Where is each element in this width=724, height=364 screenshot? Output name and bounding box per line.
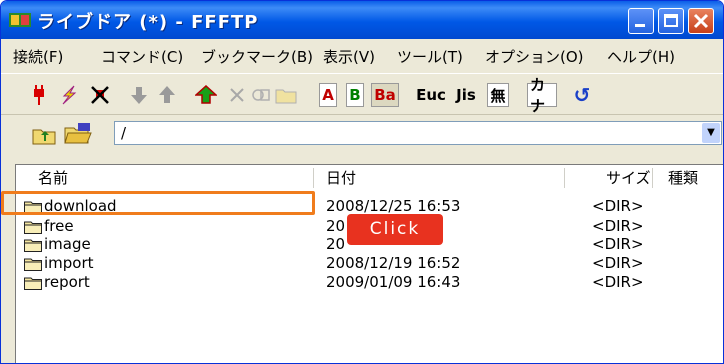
file-name: report (44, 273, 90, 291)
file-date: 20 (326, 235, 346, 253)
file-name: image (44, 235, 91, 253)
upload-button[interactable] (157, 82, 177, 108)
close-button[interactable] (688, 8, 714, 34)
no-convert-button[interactable]: 無 (485, 82, 511, 108)
file-date: 2008/12/19 16:52 (326, 254, 461, 272)
minimize-button[interactable] (628, 8, 654, 34)
menu-bookmark[interactable]: ブックマーク(B) (201, 46, 313, 67)
menu-connect[interactable]: 接続(F) (13, 46, 63, 67)
file-size: <DIR> (592, 217, 644, 235)
folder-icon (24, 258, 42, 271)
file-row-import[interactable]: import 2008/12/19 16:52 <DIR> (16, 254, 722, 273)
connect-button[interactable] (29, 82, 49, 108)
menu-options[interactable]: オプション(O) (485, 46, 584, 67)
maximize-button[interactable] (658, 8, 684, 34)
rename-icon (252, 89, 270, 101)
jis-label: Jis (456, 86, 476, 104)
rename-button[interactable] (251, 82, 271, 108)
disconnect-button[interactable] (89, 82, 111, 108)
column-header-date[interactable]: 日付 (326, 165, 356, 191)
file-size: <DIR> (592, 197, 644, 215)
mirror-upload-button[interactable] (195, 82, 217, 108)
column-divider[interactable] (652, 168, 653, 188)
no-convert-label: 無 (487, 83, 509, 107)
arrow-down-icon (131, 87, 147, 104)
lightning-icon (62, 85, 77, 105)
binary-mode-button[interactable]: B (344, 82, 366, 108)
folder-icon (24, 221, 42, 234)
column-header-name[interactable]: 名前 (38, 165, 68, 191)
menu-command[interactable]: コマンド(C) (101, 46, 183, 67)
column-divider[interactable] (564, 168, 565, 188)
column-header-type[interactable]: 種類 (668, 165, 698, 191)
auto-mode-label: Ba (371, 83, 399, 107)
column-divider[interactable] (313, 168, 314, 188)
path-bar: / ▼ (1, 114, 723, 153)
open-folder-button[interactable] (63, 120, 93, 146)
new-folder-button[interactable] (275, 82, 297, 108)
menu-tools[interactable]: ツール(T) (397, 46, 463, 67)
menu-view[interactable]: 表示(V) (323, 46, 375, 67)
open-folder-icon (64, 123, 92, 144)
new-folder-icon (275, 89, 297, 104)
download-highlight-box (1, 191, 315, 215)
click-callout: Click (347, 214, 443, 245)
remote-path-combobox[interactable]: / ▼ (114, 121, 722, 145)
chevron-down-icon: ▼ (707, 127, 715, 138)
folder-icon (24, 239, 42, 252)
close-icon (693, 13, 709, 29)
window-title: ライブドア (*) - FFFTP (37, 12, 259, 33)
folder-icon (24, 277, 42, 290)
file-name: free (44, 217, 74, 235)
parent-folder-icon (32, 129, 56, 145)
delete-x-icon (230, 88, 244, 102)
download-button[interactable] (129, 82, 149, 108)
disconnect-icon (91, 86, 109, 104)
euc-label: Euc (416, 86, 446, 104)
delete-button[interactable] (227, 82, 247, 108)
ffftp-window: ライブドア (*) - FFFTP 接続(F) コマンド(C) ブックマーク(B… (0, 0, 724, 364)
ascii-mode-button[interactable]: A (317, 82, 339, 108)
kana-button[interactable]: カナ (527, 76, 557, 115)
file-name: import (44, 254, 94, 272)
file-size: <DIR> (592, 235, 644, 253)
ascii-mode-label: A (319, 83, 337, 107)
green-up-arrow-icon (195, 85, 217, 104)
arrow-up-icon (159, 86, 175, 103)
path-value: / (121, 124, 127, 142)
refresh-button[interactable]: ↺ (571, 82, 593, 108)
file-size: <DIR> (592, 273, 644, 291)
column-header-size[interactable]: サイズ (606, 165, 651, 191)
file-date: 2009/01/09 16:43 (326, 273, 461, 291)
auto-mode-button[interactable]: Ba (371, 82, 399, 108)
parent-folder-button[interactable] (31, 122, 57, 148)
toolbar: A B Ba Euc Jis 無 カナ ↺ (1, 73, 723, 115)
connect-plug-icon (34, 85, 44, 105)
file-row-report[interactable]: report 2009/01/09 16:43 <DIR> (16, 273, 722, 292)
quick-connect-button[interactable] (59, 82, 79, 108)
app-icon (9, 13, 31, 27)
binary-mode-label: B (346, 83, 364, 107)
title-bar[interactable]: ライブドア (*) - FFFTP (1, 1, 723, 39)
jis-button[interactable]: Jis (451, 82, 481, 108)
menu-bar: 接続(F) コマンド(C) ブックマーク(B) 表示(V) ツール(T) オプシ… (1, 41, 723, 71)
menu-help[interactable]: ヘルプ(H) (607, 46, 675, 67)
path-dropdown-button[interactable]: ▼ (702, 123, 720, 143)
euc-button[interactable]: Euc (415, 82, 447, 108)
file-size: <DIR> (592, 254, 644, 272)
refresh-icon: ↺ (573, 83, 591, 107)
file-date: 20 (326, 217, 346, 235)
kana-label: カナ (527, 76, 557, 115)
